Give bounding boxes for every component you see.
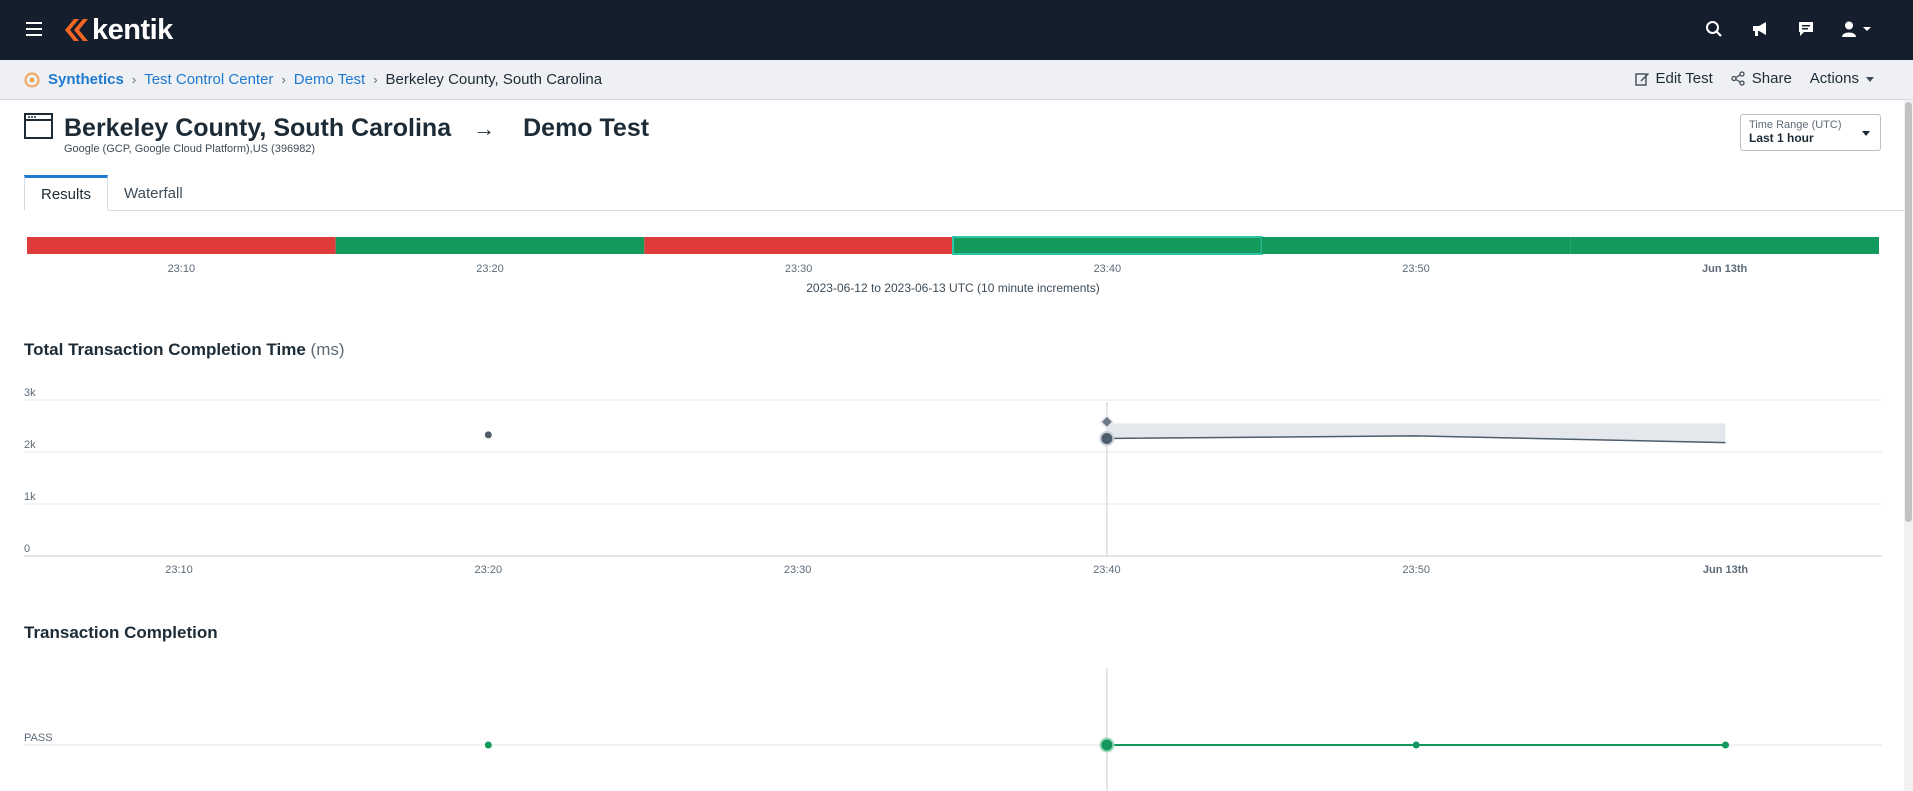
completion-time-title-text: Total Transaction Completion Time bbox=[24, 340, 306, 359]
status-segment-pass[interactable] bbox=[1570, 237, 1879, 254]
kentik-logo[interactable]: kentik bbox=[62, 12, 173, 48]
data-point[interactable] bbox=[1412, 741, 1420, 749]
timeline-tick-label: Jun 13th bbox=[1702, 263, 1748, 275]
logo-text: kentik bbox=[92, 13, 173, 46]
share-label: Share bbox=[1751, 70, 1792, 87]
actions-menu-button[interactable]: Actions bbox=[1810, 70, 1875, 87]
edit-icon bbox=[1634, 73, 1649, 86]
arrow-right-icon: → bbox=[473, 115, 496, 141]
x-tick-label: 23:30 bbox=[784, 564, 812, 576]
chevron-right-icon: › bbox=[131, 72, 137, 87]
timeline-tick-label: 23:30 bbox=[785, 263, 813, 275]
data-point-highlighted[interactable] bbox=[1099, 430, 1115, 446]
timeline-tick-label: 23:40 bbox=[1094, 263, 1122, 275]
share-icon bbox=[1731, 71, 1745, 86]
breadcrumb: Synthetics › Test Control Center › Demo … bbox=[24, 71, 602, 88]
breadcrumb-current: Berkeley County, South Carolina bbox=[385, 71, 603, 88]
y-tick-label: 1k bbox=[24, 491, 36, 503]
y-tick-label: 3k bbox=[24, 387, 36, 399]
breadcrumb-bar: Synthetics › Test Control Center › Demo … bbox=[0, 60, 1913, 100]
status-segment-fail[interactable] bbox=[644, 237, 953, 254]
transaction-completion-chart: PASS bbox=[24, 668, 1882, 791]
status-segment-pass[interactable] bbox=[1261, 237, 1571, 254]
agent-subtitle: Google (GCP, Google Cloud Platform),US (… bbox=[64, 143, 316, 155]
agent-name: Berkeley County, South Carolina bbox=[64, 114, 452, 142]
chevron-right-icon: › bbox=[281, 72, 286, 87]
kentik-logo-icon bbox=[65, 19, 88, 41]
completion-time-unit: (ms) bbox=[310, 340, 345, 359]
data-point[interactable] bbox=[1722, 741, 1729, 749]
tab-bar: Results Waterfall bbox=[24, 175, 1913, 211]
x-tick-label: 23:40 bbox=[1093, 564, 1121, 576]
user-icon[interactable] bbox=[1841, 18, 1877, 40]
top-navigation-bar: kentik bbox=[0, 0, 1913, 60]
x-tick-label: Jun 13th bbox=[1703, 564, 1749, 576]
time-range-value: Last 1 hour bbox=[1749, 131, 1814, 145]
scrollbar-thumb[interactable] bbox=[1905, 102, 1912, 522]
timeline-tick-label: 23:50 bbox=[1402, 263, 1430, 275]
page-scrollbar[interactable] bbox=[1904, 100, 1913, 791]
edit-test-label: Edit Test bbox=[1655, 70, 1713, 87]
actions-label: Actions bbox=[1809, 70, 1859, 87]
data-point[interactable] bbox=[484, 741, 492, 749]
data-point[interactable] bbox=[484, 431, 492, 439]
status-segment-pass[interactable] bbox=[952, 236, 1263, 255]
status-segment-pass[interactable] bbox=[335, 237, 645, 254]
breadcrumb-demo-test[interactable]: Demo Test bbox=[294, 71, 365, 88]
data-point-highlighted[interactable] bbox=[1099, 737, 1115, 753]
caret-down-icon bbox=[1866, 76, 1874, 82]
transaction-completion-title: Transaction Completion bbox=[24, 623, 218, 642]
y-tick-label: PASS bbox=[24, 732, 53, 744]
edit-test-button[interactable]: Edit Test bbox=[1634, 70, 1713, 87]
x-tick-label: 23:10 bbox=[165, 564, 193, 576]
caret-down-icon bbox=[1862, 131, 1870, 136]
x-tick-label: 23:20 bbox=[475, 564, 503, 576]
page-title: Berkeley County, South Carolina → Demo T… bbox=[64, 114, 649, 143]
tab-results[interactable]: Results bbox=[24, 175, 109, 211]
time-range-label: Time Range (UTC) bbox=[1749, 119, 1842, 131]
status-segment-fail[interactable] bbox=[27, 237, 336, 254]
test-name: Demo Test bbox=[523, 114, 650, 142]
timeline-tick-label: 23:20 bbox=[476, 263, 504, 275]
announcement-icon[interactable] bbox=[1749, 18, 1771, 40]
timeline-caption: 2023-06-12 to 2023-06-13 UTC (10 minute … bbox=[806, 281, 1099, 295]
chevron-right-icon: › bbox=[373, 72, 378, 87]
timeline-tick-label: 23:10 bbox=[168, 263, 196, 275]
chat-icon[interactable] bbox=[1795, 18, 1817, 40]
menu-icon[interactable] bbox=[26, 22, 42, 36]
share-button[interactable]: Share bbox=[1731, 70, 1792, 87]
synthetics-icon bbox=[24, 72, 40, 87]
y-tick-label: 2k bbox=[24, 439, 36, 451]
time-range-select[interactable]: Time Range (UTC) Last 1 hour bbox=[1740, 114, 1881, 151]
status-timeline: 23:10 23:20 23:30 23:40 23:50 Jun 13th 2023-0… bbox=[27, 236, 1879, 295]
completion-time-chart: 0 1k 2k 3k 23:10 23:20 23:30 23:40 23:50 Jun 13th bbox=[24, 387, 1882, 576]
breadcrumb-test-control-center[interactable]: Test Control Center bbox=[144, 71, 273, 88]
completion-time-title: Total Transaction Completion Time (ms) bbox=[24, 340, 345, 360]
percentile-band bbox=[1106, 423, 1726, 443]
search-icon[interactable] bbox=[1703, 18, 1725, 40]
breadcrumb-synthetics[interactable]: Synthetics bbox=[48, 71, 124, 88]
tab-waterfall[interactable]: Waterfall bbox=[108, 175, 199, 210]
y-tick-label: 0 bbox=[24, 543, 30, 555]
x-tick-label: 23:50 bbox=[1402, 564, 1430, 576]
browser-window-icon bbox=[24, 113, 53, 139]
